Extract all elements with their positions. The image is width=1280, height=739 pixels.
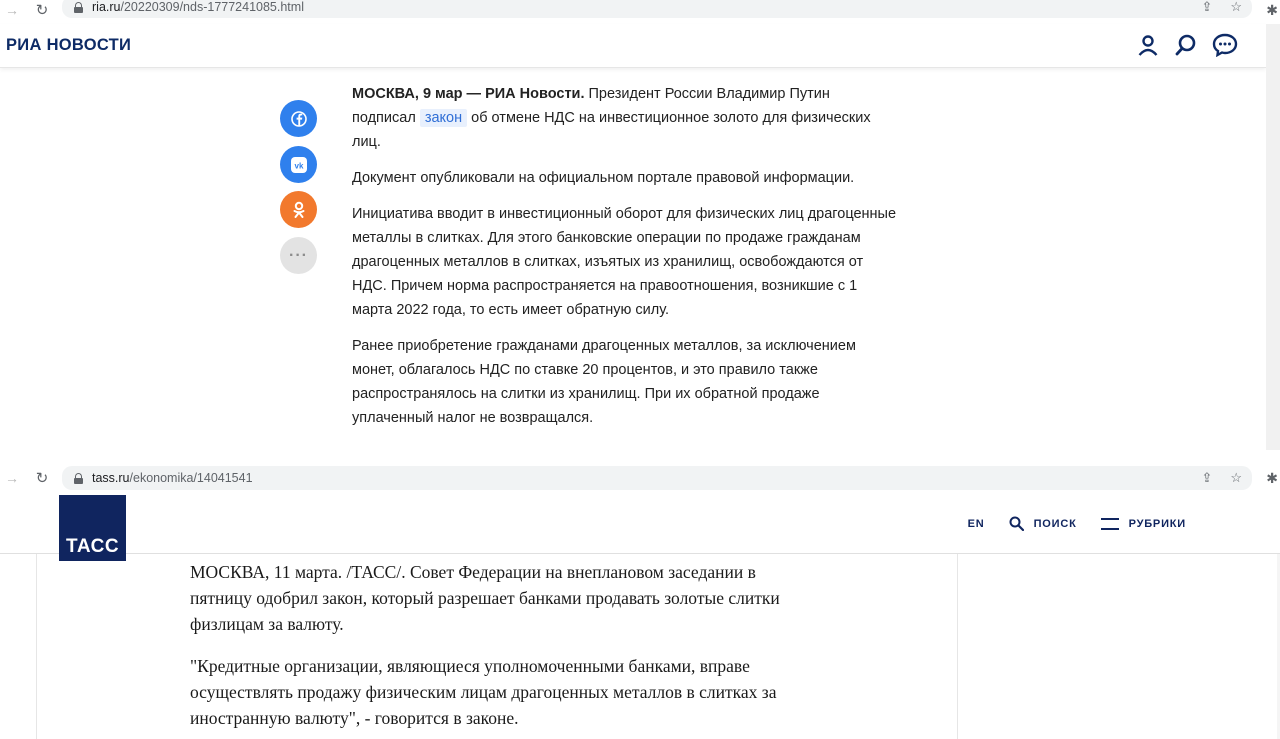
extensions-puzzle-icon[interactable]: ✱ bbox=[1266, 2, 1278, 19]
address-bar[interactable]: tass.ru/ekonomika/14041541 ⇪ ☆ bbox=[62, 466, 1252, 490]
ria-paragraph-1: МОСКВА, 9 мар — РИА Новости. Президент Р… bbox=[352, 86, 871, 150]
ria-paragraph-2: Документ опубликовали на официальном пор… bbox=[352, 170, 855, 186]
ria-logo[interactable]: РИА НОВОСТИ bbox=[6, 36, 131, 55]
reload-icon[interactable]: ↻ bbox=[31, 3, 53, 18]
bookmark-star-icon[interactable]: ☆ bbox=[1230, 470, 1242, 486]
address-bar[interactable]: ria.ru/20220309/nds-1777241085.html ⇪ ☆ bbox=[62, 0, 1252, 18]
tass-paragraph-1: МОСКВА, 11 марта. /ТАСС/. Совет Федераци… bbox=[190, 562, 780, 634]
share-page-icon[interactable]: ⇪ bbox=[1201, 470, 1212, 486]
search-icon bbox=[1009, 516, 1024, 531]
tass-top-nav: EN ПОИСК РУБРИКИ bbox=[944, 516, 1186, 531]
user-icon[interactable] bbox=[1136, 33, 1160, 57]
vk-share-button[interactable]: vk bbox=[280, 146, 317, 183]
extensions-puzzle-icon[interactable]: ✱ bbox=[1266, 470, 1278, 487]
ria-site-header: РИА НОВОСТИ bbox=[0, 24, 1266, 68]
tass-site-header: ТАСС EN ПОИСК РУБРИКИ bbox=[0, 492, 1280, 561]
odnoklassniki-icon bbox=[293, 201, 304, 218]
svg-text:vk: vk bbox=[294, 161, 303, 170]
url-text: ria.ru/20220309/nds-1777241085.html bbox=[92, 0, 304, 14]
browser-toolbar-top: → ↻ ria.ru/20220309/nds-1777241085.html … bbox=[0, 0, 1280, 20]
lock-icon bbox=[74, 472, 83, 484]
facebook-share-button[interactable] bbox=[280, 100, 317, 137]
ria-dateline: МОСКВА, 9 мар — РИА Новости. bbox=[352, 86, 585, 102]
search-button[interactable]: ПОИСК bbox=[1009, 516, 1077, 531]
tass-article-body: МОСКВА, 11 марта. /ТАСС/. Совет Федераци… bbox=[190, 559, 810, 739]
vk-icon: vk bbox=[290, 156, 307, 173]
back-arrow-icon[interactable]: → bbox=[1, 471, 23, 485]
bookmark-star-icon[interactable]: ☆ bbox=[1230, 0, 1242, 15]
rubrics-menu-button[interactable]: РУБРИКИ bbox=[1100, 517, 1186, 530]
law-link[interactable]: закон bbox=[419, 109, 468, 127]
url-text: tass.ru/ekonomika/14041541 bbox=[92, 471, 253, 485]
language-switch-en[interactable]: EN bbox=[968, 518, 985, 530]
menu-icon bbox=[1100, 517, 1119, 530]
lock-icon bbox=[74, 1, 83, 13]
ria-article-body: МОСКВА, 9 мар — РИА Новости. Президент Р… bbox=[352, 82, 897, 442]
chat-icon[interactable] bbox=[1212, 33, 1238, 57]
page-scrollbar[interactable] bbox=[1266, 24, 1280, 450]
facebook-icon bbox=[290, 110, 307, 127]
back-arrow-icon[interactable]: → bbox=[1, 3, 23, 17]
ria-paragraph-4: Ранее приобретение гражданами драгоценны… bbox=[352, 338, 856, 426]
tass-paragraph-2: "Кредитные организации, являющиеся уполн… bbox=[190, 656, 777, 728]
reload-icon[interactable]: ↻ bbox=[31, 471, 53, 486]
ria-paragraph-3: Инициатива вводит в инвестиционный оборо… bbox=[352, 206, 897, 318]
more-dots-icon: ··· bbox=[289, 246, 308, 264]
tass-logo[interactable]: ТАСС bbox=[59, 495, 126, 561]
browser-toolbar-bottom: → ↻ tass.ru/ekonomika/14041541 ⇪ ☆ ✱ bbox=[0, 466, 1280, 490]
more-share-button[interactable]: ··· bbox=[280, 237, 317, 274]
search-icon[interactable] bbox=[1174, 33, 1198, 57]
odnoklassniki-share-button[interactable] bbox=[280, 191, 317, 228]
share-page-icon[interactable]: ⇪ bbox=[1201, 0, 1212, 15]
